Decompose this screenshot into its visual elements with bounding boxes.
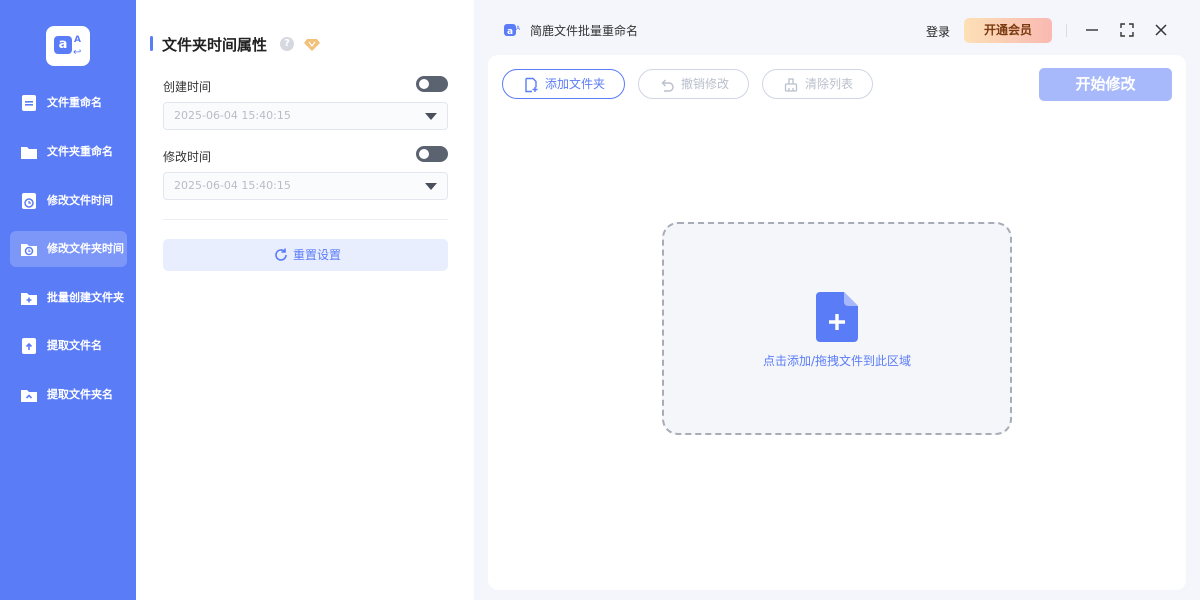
caret-down-icon [425,183,437,190]
created-time-toggle[interactable] [416,76,448,92]
undo-icon [661,79,674,92]
sidebar-item-folder-time[interactable]: 修改文件夹时间 [10,231,127,267]
close-icon[interactable] [1151,20,1171,40]
file-rename-icon [22,95,36,111]
maximize-icon[interactable] [1117,20,1137,40]
modified-time-value: 2025-06-04 15:40:15 [174,179,291,192]
sidebar-item-label: 提取文件名 [47,339,102,352]
panel-title: 文件夹时间属性 [162,36,268,54]
sidebar-item-label: 文件夹重命名 [47,145,113,158]
caret-down-icon [425,113,437,120]
created-time-label: 创建时间 [163,80,212,94]
clear-list-button[interactable]: 清除列表 [762,69,873,99]
file-clock-icon [22,193,36,209]
login-link[interactable]: 登录 [926,23,950,40]
add-folder-label: 添加文件夹 [545,77,606,91]
sidebar-item-label: 修改文件时间 [47,194,113,207]
minimize-icon[interactable] [1082,20,1102,40]
sidebar-item-label: 文件重命名 [47,96,102,109]
add-folder-button[interactable]: 添加文件夹 [502,69,625,99]
undo-changes-label: 撤销修改 [681,77,730,91]
sidebar-item-file-rename[interactable]: 文件重命名 [10,85,127,121]
sidebar-item-extract-foldername[interactable]: 提取文件夹名 [10,377,127,413]
svg-text:A: A [516,25,521,32]
title-accent-bar [150,36,153,51]
sidebar-item-file-time[interactable]: 修改文件时间 [10,183,127,219]
sidebar-item-label: 批量创建文件夹 [47,291,124,304]
sidebar-item-label: 修改文件夹时间 [47,242,124,255]
app-title: 简鹿文件批量重命名 [530,24,639,38]
open-vip-button[interactable]: 开通会员 [964,18,1052,43]
settings-panel: 文件夹时间属性 ? 创建时间 2025-06-04 15:40:15 修改时间 … [136,0,474,600]
add-file-icon [816,292,858,342]
sidebar-item-folder-rename[interactable]: 文件夹重命名 [10,134,127,170]
drop-zone-hint: 点击添加/拖拽文件到此区域 [762,354,912,368]
modified-time-picker[interactable]: 2025-06-04 15:40:15 [163,172,448,200]
folder-clock-icon [21,244,37,256]
undo-changes-button[interactable]: 撤销修改 [638,69,749,99]
sidebar: a A ↩ 文件重命名 文件夹重命名 修改文件时间 修改文件夹时间 批量创建文件夹 … [0,0,136,600]
modified-time-toggle[interactable] [416,146,448,162]
broom-icon [784,78,798,92]
created-time-value: 2025-06-04 15:40:15 [174,109,291,122]
created-time-picker[interactable]: 2025-06-04 15:40:15 [163,102,448,130]
sidebar-item-label: 提取文件夹名 [47,388,113,401]
start-modify-button[interactable]: 开始修改 [1039,68,1172,101]
vip-diamond-icon [304,39,320,51]
help-icon[interactable]: ? [280,37,294,51]
folder-plus-icon [21,293,37,305]
app-title-logo-icon: aA [504,24,521,37]
app-logo: a A ↩ [46,26,90,66]
sidebar-item-batch-create[interactable]: 批量创建文件夹 [10,280,127,316]
app-window: a A ↩ 文件重命名 文件夹重命名 修改文件时间 修改文件夹时间 批量创建文件夹 … [0,0,1200,600]
main-workspace: 添加文件夹 撤销修改 清除列表 开始修改 点击添加/拖拽文件到此区域 [488,55,1186,590]
svg-text:a: a [507,27,513,37]
refresh-icon [275,248,287,261]
sidebar-item-extract-filename[interactable]: 提取文件名 [10,328,127,364]
modified-time-label: 修改时间 [163,150,212,164]
file-drop-zone[interactable]: 点击添加/拖拽文件到此区域 [662,222,1012,435]
clear-list-label: 清除列表 [805,77,854,91]
divider [163,219,448,220]
file-upload-icon [22,338,36,354]
folder-icon [21,147,37,159]
reset-settings-button[interactable]: 重置设置 [163,239,448,271]
add-file-icon [525,77,538,93]
divider [1066,24,1067,37]
folder-upload-icon [21,390,37,402]
reset-settings-label: 重置设置 [293,248,342,262]
